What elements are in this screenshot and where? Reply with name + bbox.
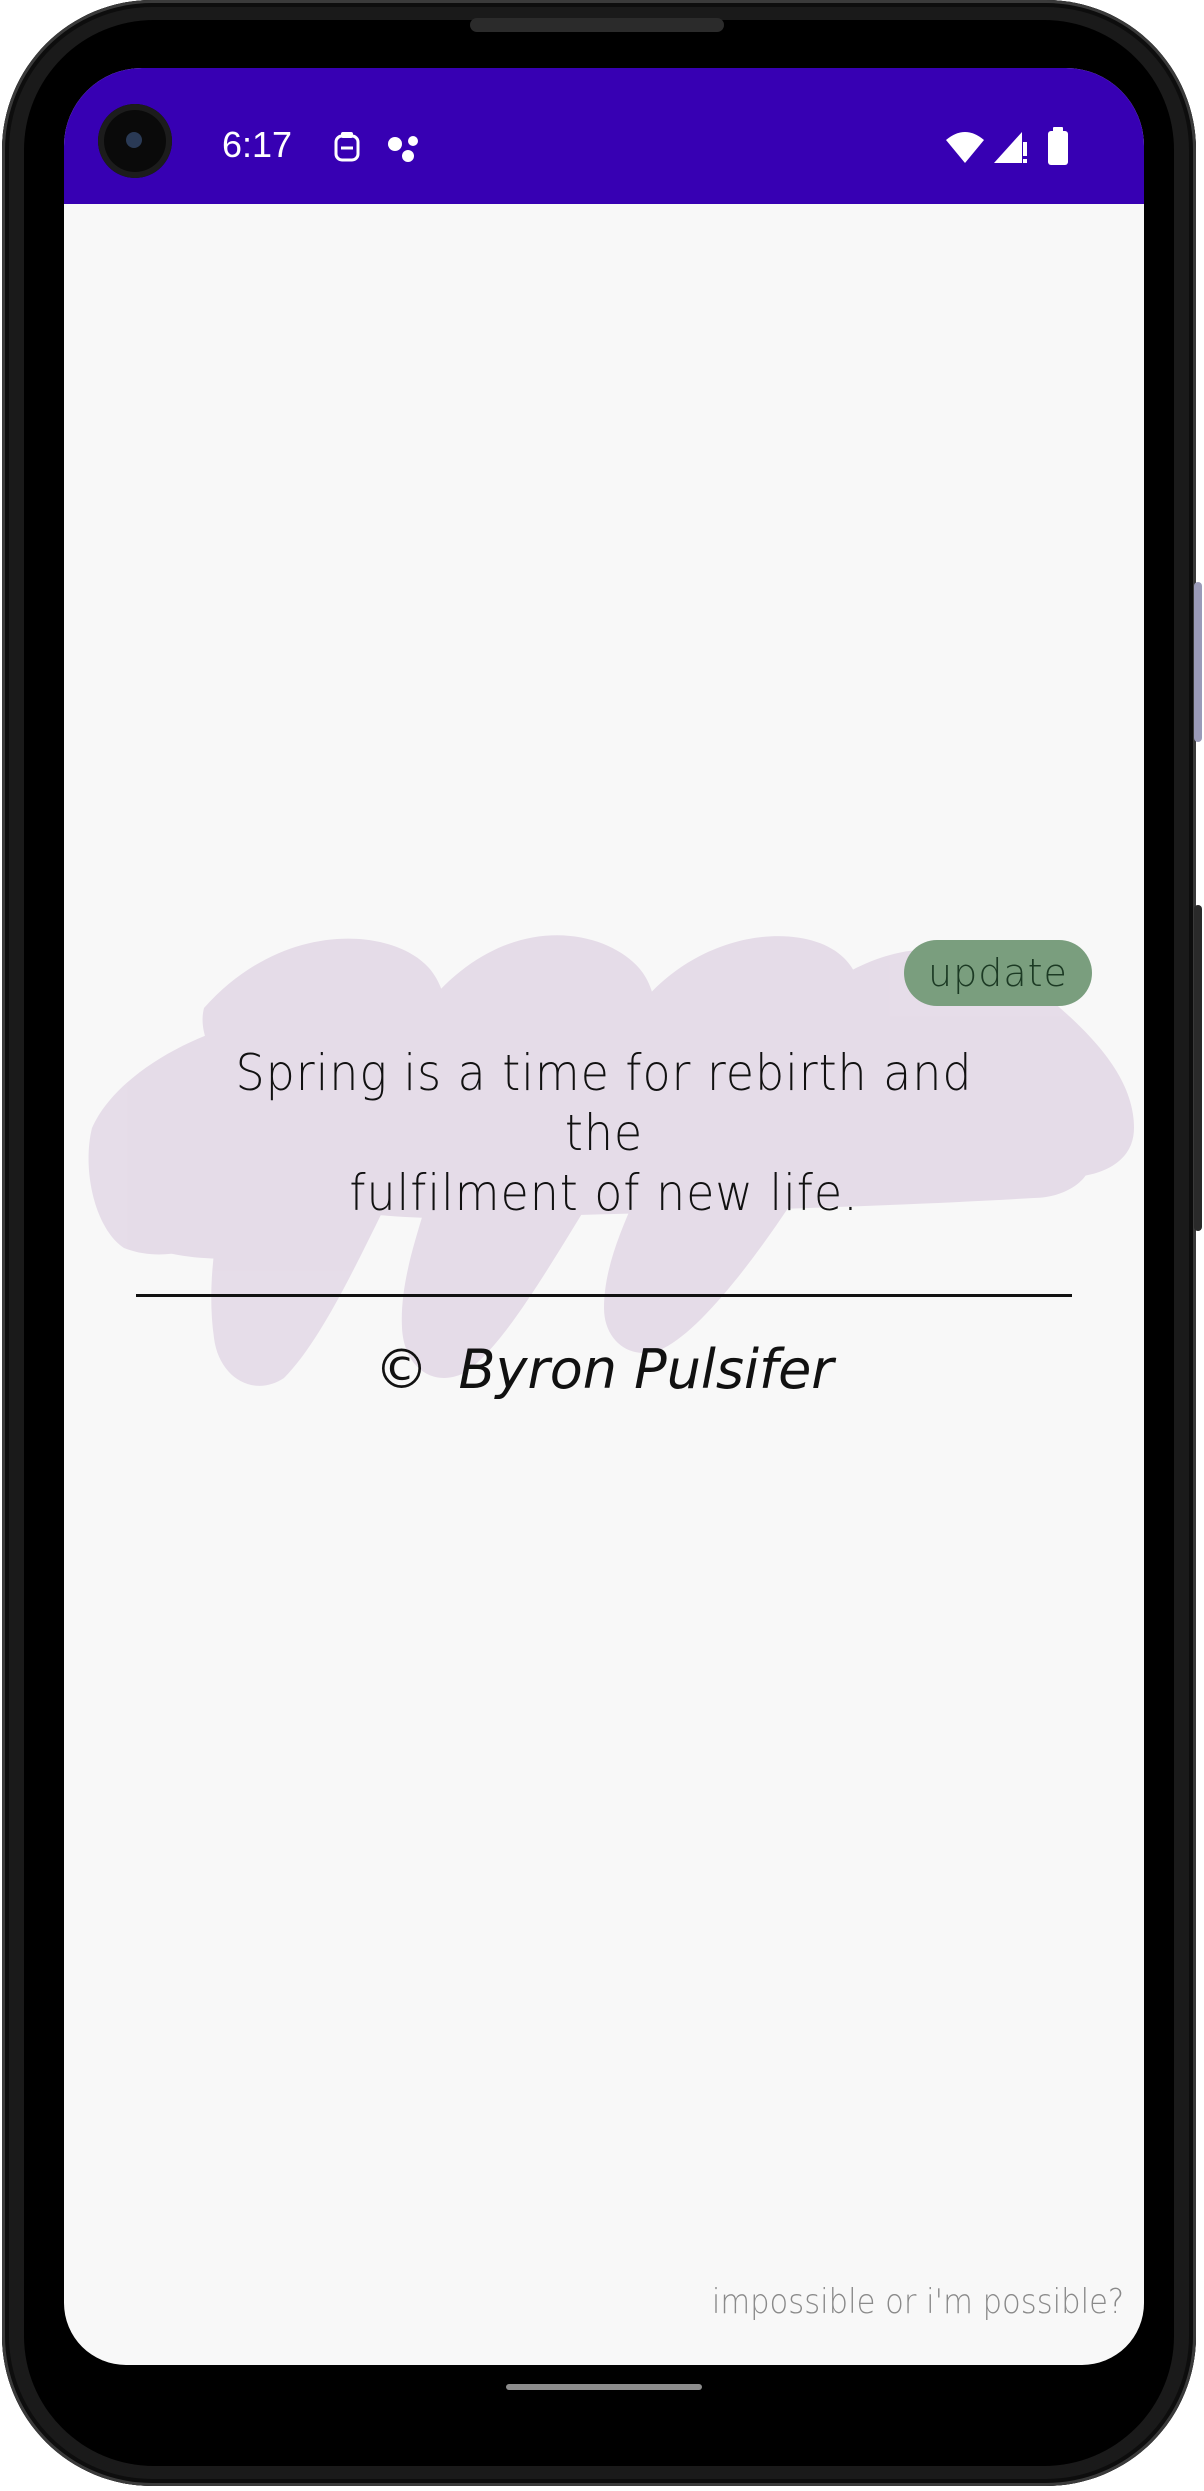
wifi-icon <box>944 130 986 168</box>
notification-icon <box>332 130 362 168</box>
copyright-symbol: © <box>374 1338 429 1401</box>
home-indicator[interactable] <box>506 2384 702 2390</box>
status-bar: 6:17 <box>64 68 1144 204</box>
phone-frame: 6:17 update Spring is a time for rebirth… <box>2 0 1202 2486</box>
update-button[interactable]: update <box>904 940 1092 1006</box>
quote-line-1: Spring is a time for rebirth and the <box>235 1044 973 1162</box>
author-credit: © Byron Pulsifer <box>64 1336 1144 1404</box>
quote-text: Spring is a time for rebirth and the ful… <box>190 1043 1018 1223</box>
app-screen: 6:17 update Spring is a time for rebirth… <box>64 68 1144 2365</box>
quote-line-2: fulfilment of new life. <box>349 1164 859 1222</box>
earpiece-speaker <box>470 18 724 32</box>
front-camera <box>98 104 172 178</box>
power-button <box>1194 905 1202 1231</box>
cell-signal-icon <box>992 130 1028 168</box>
assistant-dots-icon <box>386 132 426 168</box>
divider-line <box>136 1294 1072 1297</box>
author-name: Byron Pulsifer <box>458 1338 834 1401</box>
volume-button <box>1194 582 1202 742</box>
status-time: 6:17 <box>222 124 293 165</box>
battery-icon <box>1046 126 1070 170</box>
footer-tagline: impossible or i'm possible? <box>711 2282 1124 2322</box>
